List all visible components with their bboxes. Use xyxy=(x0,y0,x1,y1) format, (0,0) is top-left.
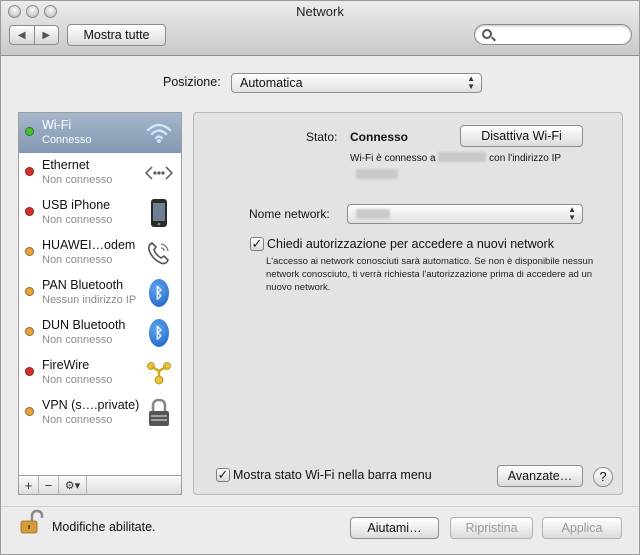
network-name-label: Nome network: xyxy=(249,207,330,221)
status-dot xyxy=(25,327,34,336)
status-dot xyxy=(25,207,34,216)
service-name: Ethernet xyxy=(42,158,90,172)
service-name: USB iPhone xyxy=(42,198,111,212)
back-arrow-icon[interactable]: ◀ xyxy=(10,26,34,44)
redacted-ip-address xyxy=(356,167,398,181)
lock-status-label: Modifiche abilitate. xyxy=(52,520,156,534)
forward-arrow-icon[interactable]: ▶ xyxy=(33,26,59,44)
footer-divider xyxy=(1,506,639,507)
ethernet-icon xyxy=(145,158,173,188)
detail-panel xyxy=(193,112,623,495)
service-item-usb-iphone[interactable]: USB iPhone Non connesso xyxy=(19,193,181,233)
service-item-ethernet[interactable]: Ethernet Non connesso xyxy=(19,153,181,193)
location-label: Posizione: xyxy=(163,75,221,89)
connection-info: Wi-Fi è connesso a con l'indirizzo IP xyxy=(350,152,561,164)
revert-button[interactable]: Ripristina xyxy=(450,517,533,539)
network-window: Network ◀ ▶ Mostra tutte Posizione: Auto… xyxy=(0,0,640,555)
service-item-wifi[interactable]: Wi-Fi Connesso xyxy=(19,113,181,153)
show-wifi-status-label: Mostra stato Wi-Fi nella barra menu xyxy=(233,468,432,482)
assist-me-button[interactable]: Aiutami… xyxy=(350,517,439,539)
service-name: DUN Bluetooth xyxy=(42,318,126,332)
search-field[interactable] xyxy=(474,24,632,45)
service-name: VPN (s….private) xyxy=(42,398,140,412)
ask-to-join-label: Chiedi autorizzazione per accedere a nuo… xyxy=(267,237,554,251)
redacted-network-name xyxy=(356,209,390,219)
back-forward-control: ◀ ▶ xyxy=(9,25,59,45)
service-name: HUAWEI…odem xyxy=(42,238,136,252)
status-dot xyxy=(25,247,34,256)
vpn-lock-icon xyxy=(145,398,173,428)
service-status: Non connesso xyxy=(42,374,113,386)
service-status: Non connesso xyxy=(42,254,113,266)
popup-arrows-icon: ▲ ▼ xyxy=(467,74,475,91)
modem-phone-icon xyxy=(145,238,173,268)
show-all-button[interactable]: Mostra tutte xyxy=(67,24,166,46)
apply-button[interactable]: Applica xyxy=(542,517,622,539)
window-title: Network xyxy=(296,4,344,19)
service-item-dun-bluetooth[interactable]: DUN Bluetooth Non connesso ᛒ xyxy=(19,313,181,353)
add-service-button[interactable]: + xyxy=(19,476,39,494)
location-value: Automatica xyxy=(240,76,303,90)
status-dot xyxy=(25,407,34,416)
show-wifi-status-checkbox[interactable]: ✓ xyxy=(216,468,230,482)
iphone-icon xyxy=(145,198,173,228)
service-item-huawei-modem[interactable]: HUAWEI…odem Non connesso xyxy=(19,233,181,273)
firewire-icon xyxy=(145,358,173,388)
help-button[interactable]: ? xyxy=(593,467,613,487)
status-dot xyxy=(25,287,34,296)
ask-to-join-checkbox[interactable]: ✓ xyxy=(250,237,264,251)
popup-arrows-icon: ▲ ▼ xyxy=(568,205,576,222)
service-status: Connesso xyxy=(42,134,92,146)
network-name-popup[interactable]: ▲ ▼ xyxy=(347,204,583,224)
service-item-firewire[interactable]: FireWire Non connesso xyxy=(19,353,181,393)
title-bar: Network ◀ ▶ Mostra tutte xyxy=(1,1,639,56)
search-input[interactable] xyxy=(497,27,625,42)
redacted-network-name xyxy=(438,152,487,162)
status-dot xyxy=(25,127,34,136)
service-name: Wi-Fi xyxy=(42,118,72,132)
connection-info-prefix: Wi-Fi è connesso a xyxy=(350,153,436,164)
service-status: Non connesso xyxy=(42,174,113,186)
service-status: Non connesso xyxy=(42,334,113,346)
service-item-pan-bluetooth[interactable]: PAN Bluetooth Nessun indirizzo IP ᛒ xyxy=(19,273,181,313)
status-dot xyxy=(25,367,34,376)
wifi-icon xyxy=(145,118,173,148)
lock-open-icon[interactable] xyxy=(19,509,45,538)
service-list: Wi-Fi Connesso Ethernet Non connesso USB… xyxy=(18,112,182,476)
service-list-toolbar: + − ⚙▾ xyxy=(18,475,182,495)
status-label: Stato: xyxy=(306,130,338,144)
service-name: FireWire xyxy=(42,358,90,372)
bluetooth-icon: ᛒ xyxy=(145,278,173,308)
service-name: PAN Bluetooth xyxy=(42,278,124,292)
search-icon xyxy=(482,29,492,39)
service-status: Non connesso xyxy=(42,414,113,426)
connection-info-suffix: con l'indirizzo IP xyxy=(489,153,562,164)
disable-wifi-button[interactable]: Disattiva Wi-Fi xyxy=(460,125,583,147)
bluetooth-icon: ᛒ xyxy=(145,318,173,348)
status-value: Connesso xyxy=(350,130,409,144)
remove-service-button[interactable]: − xyxy=(39,476,59,494)
gear-menu-button[interactable]: ⚙▾ xyxy=(59,476,87,494)
service-item-vpn[interactable]: VPN (s….private) Non connesso xyxy=(19,393,181,433)
location-popup[interactable]: Automatica ▲ ▼ xyxy=(231,73,482,93)
status-dot xyxy=(25,167,34,176)
service-status: Non connesso xyxy=(42,214,113,226)
ask-to-join-note: L'accesso ai network conosciuti sarà aut… xyxy=(266,256,594,293)
advanced-button[interactable]: Avanzate… xyxy=(497,465,583,487)
service-status: Nessun indirizzo IP xyxy=(42,294,137,306)
